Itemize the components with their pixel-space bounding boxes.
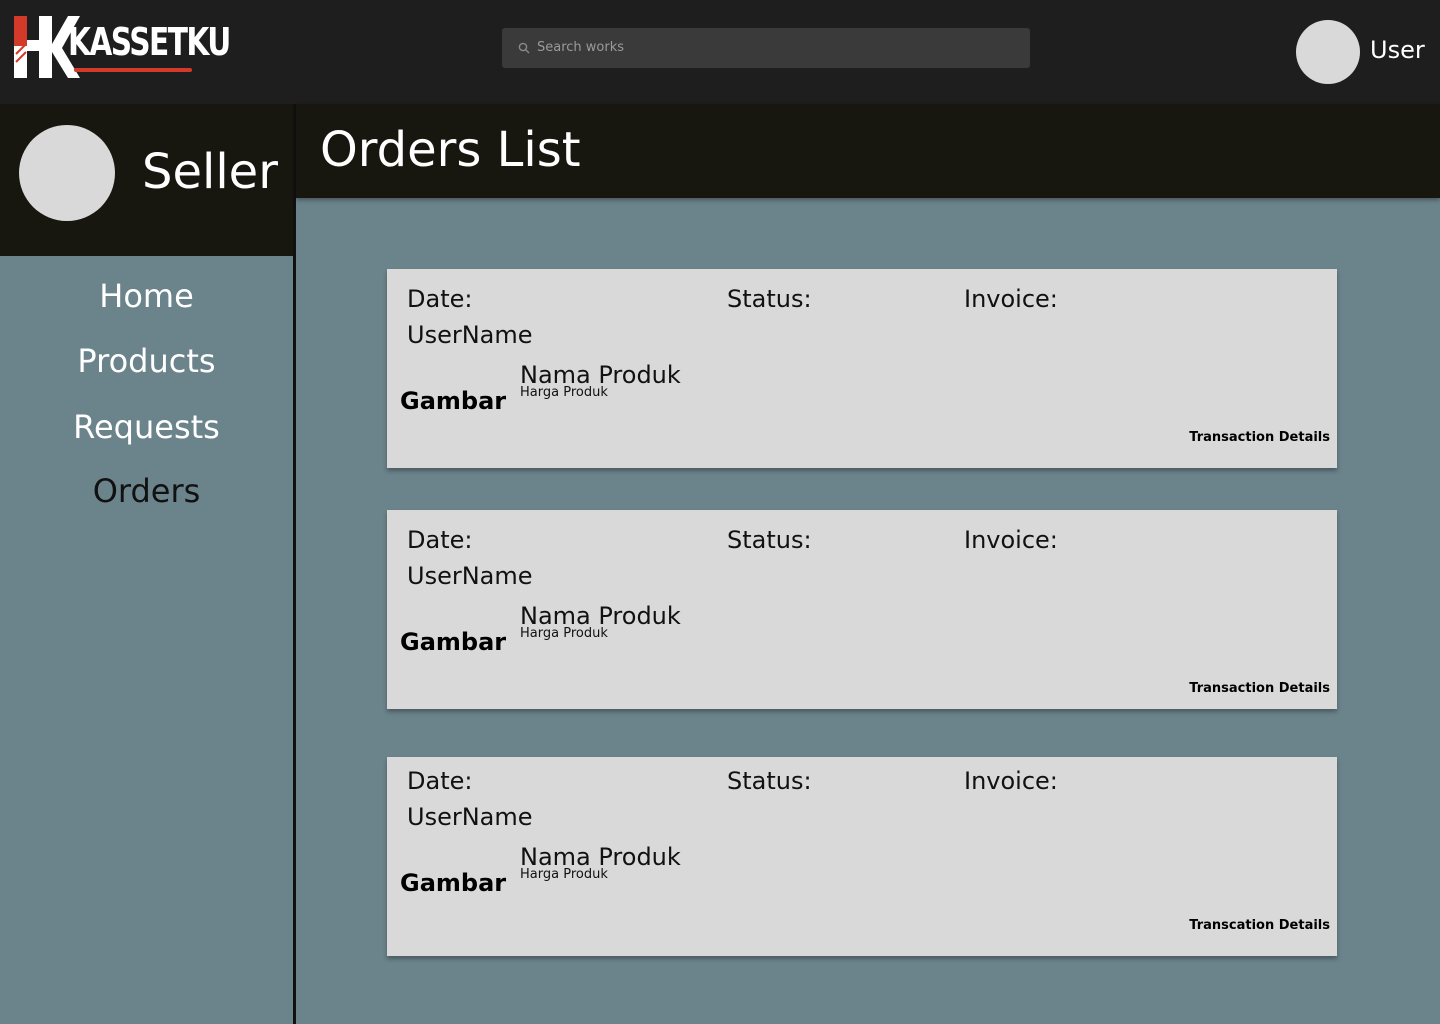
- sidebar-item-orders[interactable]: Orders: [0, 472, 293, 510]
- product-image-placeholder: Gambar: [400, 628, 507, 656]
- order-invoice-label: Invoice:: [964, 767, 1058, 795]
- order-date-label: Date:: [407, 526, 473, 554]
- order-status-label: Status:: [727, 285, 812, 313]
- order-card: Date: Status: Invoice: UserName Gambar N…: [387, 269, 1337, 468]
- order-status-label: Status:: [727, 767, 812, 795]
- page-header: Orders List: [296, 104, 1440, 198]
- order-status-label: Status:: [727, 526, 812, 554]
- page-title: Orders List: [320, 122, 581, 178]
- product-image-placeholder: Gambar: [400, 869, 507, 897]
- product-price: Harga Produk: [520, 385, 608, 400]
- user-name[interactable]: User: [1370, 36, 1425, 64]
- brand-logo[interactable]: KASSETKU: [12, 14, 231, 80]
- order-card: Date: Status: Invoice: UserName Gambar N…: [387, 510, 1337, 709]
- sidebar-item-products[interactable]: Products: [0, 342, 293, 380]
- seller-name: Seller: [142, 144, 278, 200]
- top-bar: KASSETKU Search works User: [0, 0, 1440, 104]
- order-username: UserName: [407, 803, 533, 831]
- search-icon: [518, 42, 530, 54]
- transaction-details-link[interactable]: Transcation Details: [1189, 918, 1330, 933]
- order-date-label: Date:: [407, 767, 473, 795]
- transaction-details-link[interactable]: Transaction Details: [1189, 430, 1330, 445]
- brand-name: KASSETKU: [68, 20, 231, 64]
- product-price: Harga Produk: [520, 867, 608, 882]
- order-invoice-label: Invoice:: [964, 526, 1058, 554]
- search-input[interactable]: Search works: [502, 28, 1030, 68]
- sidebar-item-home[interactable]: Home: [0, 277, 293, 315]
- seller-avatar: [19, 125, 115, 221]
- seller-profile: Seller: [0, 104, 294, 256]
- order-invoice-label: Invoice:: [964, 285, 1058, 313]
- product-price: Harga Produk: [520, 626, 608, 641]
- order-card: Date: Status: Invoice: UserName Gambar N…: [387, 757, 1337, 956]
- user-avatar[interactable]: [1296, 20, 1360, 84]
- sidebar-divider: [293, 104, 296, 1024]
- sidebar-item-requests[interactable]: Requests: [0, 408, 293, 446]
- product-image-placeholder: Gambar: [400, 387, 507, 415]
- order-username: UserName: [407, 321, 533, 349]
- transaction-details-link[interactable]: Transaction Details: [1189, 681, 1330, 696]
- order-date-label: Date:: [407, 285, 473, 313]
- search-placeholder: Search works: [537, 40, 625, 55]
- order-username: UserName: [407, 562, 533, 590]
- brand-underline: [74, 68, 192, 72]
